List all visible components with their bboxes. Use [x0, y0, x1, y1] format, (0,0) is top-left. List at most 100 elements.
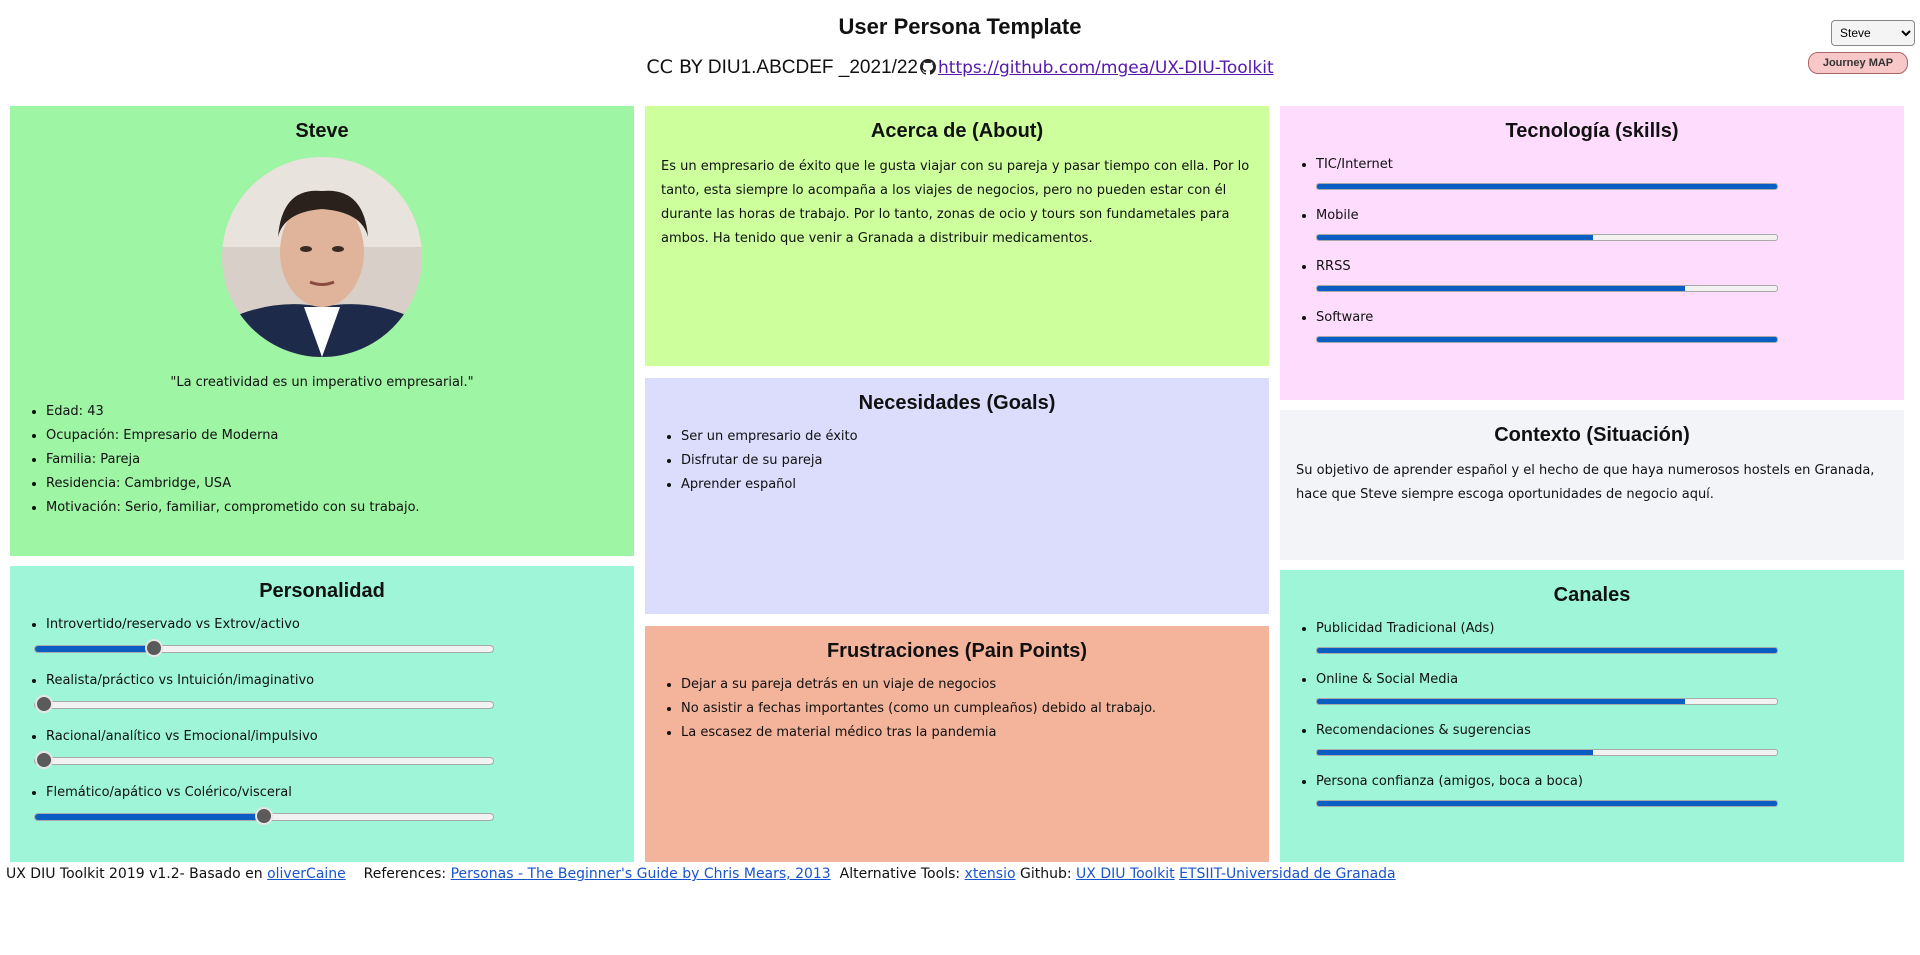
- skill-item-bar: [1316, 336, 1778, 343]
- skills-card: Tecnología (skills) TIC/Internet Mobile RR…: [1280, 106, 1904, 400]
- personality-card: Personalidad Introvertido/reservado vs E…: [10, 566, 634, 862]
- footer-prefix: UX DIU Toolkit 2019 v1.2- Basado en: [6, 866, 263, 882]
- personas-guide-link[interactable]: Personas - The Beginner's Guide by Chris…: [451, 866, 831, 882]
- skills-title: Tecnología (skills): [1505, 120, 1679, 142]
- alt-tools-label: Alternative Tools:: [839, 866, 961, 882]
- channel-item-fill: [1317, 648, 1777, 653]
- persona-fact: Familia: Pareja: [46, 448, 618, 472]
- personality-trait-fill: [35, 646, 155, 652]
- slider-handle[interactable]: [145, 639, 164, 657]
- course-code: DIU1.ABCDEF _2021/22: [707, 57, 919, 78]
- persona-fact: Ocupación: Empresario de Moderna: [46, 424, 618, 448]
- slider-handle[interactable]: [35, 751, 54, 769]
- pain-title: Frustraciones (Pain Points): [826, 640, 1088, 662]
- channel-item-fill: [1317, 699, 1685, 704]
- subtitle: CC BY DIU1.ABCDEF _2021/22 https://github…: [0, 56, 1920, 81]
- olivercaine-link[interactable]: oliverCaine: [267, 866, 346, 882]
- license-text: CC BY: [646, 56, 703, 78]
- skill-item-label: Software: [1316, 310, 1374, 325]
- channel-item-bar: [1316, 749, 1778, 756]
- channel-item-label: Online & Social Media: [1316, 672, 1459, 687]
- pain-list: Dejar a su pareja detrás en un viaje de …: [661, 673, 1253, 745]
- about-card: Acerca de (About) Es un empresario de éx…: [645, 106, 1269, 366]
- etsiit-link[interactable]: ETSIIT-Universidad de Granada: [1179, 866, 1396, 882]
- personality-trait-label: Flemático/apático vs Colérico/visceral: [46, 785, 292, 800]
- header: User Persona Template CC BY DIU1.ABCDEF …: [0, 0, 1920, 100]
- pain-point-item: La escasez de material médico tras la pa…: [681, 721, 1253, 745]
- persona-fact: Residencia: Cambridge, USA: [46, 472, 618, 496]
- slider-handle[interactable]: [35, 695, 54, 713]
- skill-item-bar: [1316, 285, 1778, 292]
- personality-trait-label: Introvertido/reservado vs Extrov/activo: [46, 617, 300, 632]
- personality-trait: Introvertido/reservado vs Extrov/activo: [34, 613, 618, 657]
- context-title: Contexto (Situación): [1494, 424, 1690, 446]
- skill-item: TIC/Internet: [1316, 153, 1888, 190]
- skill-item-fill: [1317, 286, 1685, 291]
- pain-points-card: Frustraciones (Pain Points) Dejar a su p…: [645, 626, 1269, 862]
- skill-item: Mobile: [1316, 204, 1888, 241]
- footer: UX DIU Toolkit 2019 v1.2- Basado en oliv…: [6, 866, 1396, 882]
- profile-card: Steve "La creatividad es un imperativo e…: [10, 106, 634, 556]
- journey-map-button[interactable]: Journey MAP: [1808, 52, 1908, 74]
- skill-item-label: TIC/Internet: [1316, 157, 1393, 172]
- github-label: Github:: [1020, 866, 1072, 882]
- context-text: Su objetivo de aprender español y el hec…: [1296, 463, 1875, 502]
- skill-item: Software: [1316, 306, 1888, 343]
- goals-title: Necesidades (Goals): [858, 392, 1056, 414]
- goals-card: Necesidades (Goals) Ser un empresario de…: [645, 378, 1269, 614]
- channel-item: Persona confianza (amigos, boca a boca): [1316, 770, 1888, 807]
- channel-item-bar: [1316, 647, 1778, 654]
- personality-trait-label: Realista/práctico vs Intuición/imaginati…: [46, 673, 315, 688]
- about-text: Es un empresario de éxito que le gusta v…: [661, 159, 1250, 246]
- persona-fact: Edad: 43: [46, 400, 618, 424]
- personality-trait: Flemático/apático vs Colérico/visceral: [34, 781, 618, 825]
- skill-item-fill: [1317, 235, 1593, 240]
- channel-item-bar: [1316, 800, 1778, 807]
- pain-point-item: No asistir a fechas importantes (como un…: [681, 697, 1253, 721]
- personality-trait-slider[interactable]: [34, 639, 494, 657]
- toolkit-link[interactable]: UX DIU Toolkit: [1076, 866, 1175, 882]
- github-icon: [920, 59, 937, 81]
- channel-item-fill: [1317, 801, 1777, 806]
- channel-item-bar: [1316, 698, 1778, 705]
- slider-handle[interactable]: [255, 807, 273, 825]
- goal-item: Disfrutar de su pareja: [681, 449, 1253, 473]
- skill-item-fill: [1317, 184, 1777, 189]
- skill-item-bar: [1316, 234, 1778, 241]
- personality-trait-label: Racional/analítico vs Emocional/impulsiv…: [46, 729, 318, 744]
- skills-list: TIC/Internet Mobile RRSS Software: [1296, 153, 1888, 343]
- about-title: Acerca de (About): [870, 120, 1044, 142]
- xtensio-link[interactable]: xtensio: [965, 866, 1016, 882]
- persona-facts: Edad: 43Ocupación: Empresario de Moderna…: [26, 400, 618, 520]
- channels-card: Canales Publicidad Tradicional (Ads) Onli…: [1280, 570, 1904, 862]
- personality-list: Introvertido/reservado vs Extrov/activo R…: [26, 613, 618, 825]
- personality-title: Personalidad: [259, 580, 385, 602]
- references-label: References:: [363, 866, 447, 882]
- personality-trait-slider[interactable]: [34, 751, 494, 769]
- channel-item: Online & Social Media: [1316, 668, 1888, 705]
- channel-item-label: Persona confianza (amigos, boca a boca): [1316, 774, 1583, 789]
- personality-trait-slider[interactable]: [34, 807, 494, 825]
- channels-title: Canales: [1553, 584, 1631, 606]
- goal-item: Aprender español: [681, 473, 1253, 497]
- personality-trait: Realista/práctico vs Intuición/imaginati…: [34, 669, 618, 713]
- personality-trait-fill: [35, 814, 264, 820]
- skill-item: RRSS: [1316, 255, 1888, 292]
- channel-item-fill: [1317, 750, 1593, 755]
- personality-trait: Racional/analítico vs Emocional/impulsiv…: [34, 725, 618, 769]
- channel-item-label: Publicidad Tradicional (Ads): [1316, 621, 1495, 636]
- channel-item: Publicidad Tradicional (Ads): [1316, 617, 1888, 654]
- personality-trait-slider[interactable]: [34, 695, 494, 713]
- skill-item-fill: [1317, 337, 1777, 342]
- goals-list: Ser un empresario de éxitoDisfrutar de s…: [661, 425, 1253, 497]
- repo-link[interactable]: https://github.com/mgea/UX-DIU-Toolkit: [938, 58, 1274, 78]
- persona-select[interactable]: Steve: [1831, 20, 1915, 46]
- persona-quote: "La creatividad es un imperativo empresa…: [170, 375, 474, 390]
- context-card: Contexto (Situación) Su objetivo de apre…: [1280, 410, 1904, 560]
- avatar: [222, 157, 422, 357]
- skill-item-label: Mobile: [1316, 208, 1359, 223]
- page-title: User Persona Template: [838, 14, 1082, 39]
- pain-point-item: Dejar a su pareja detrás en un viaje de …: [681, 673, 1253, 697]
- skill-item-bar: [1316, 183, 1778, 190]
- channel-item-label: Recomendaciones & sugerencias: [1316, 723, 1531, 738]
